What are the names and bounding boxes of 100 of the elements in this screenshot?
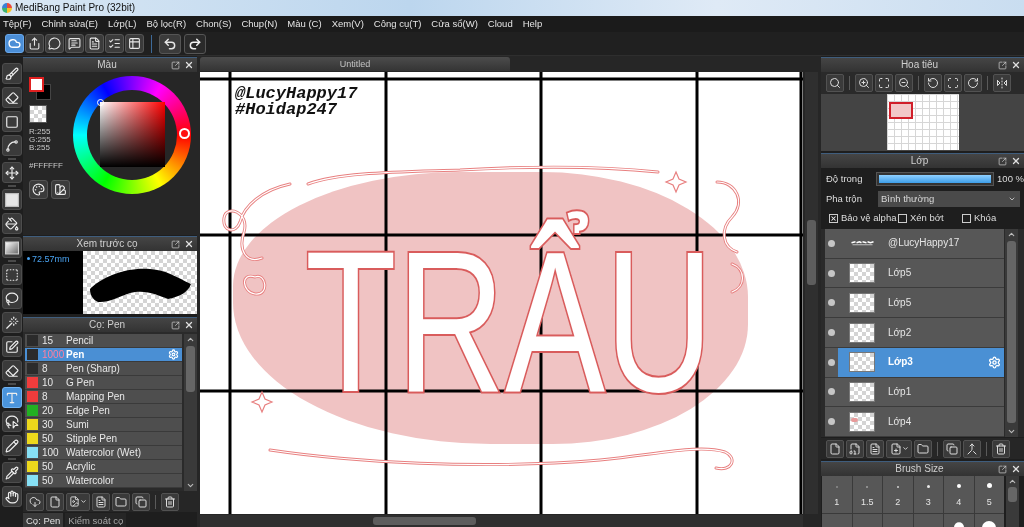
delete-button[interactable]	[161, 492, 179, 511]
close-icon[interactable]	[1011, 156, 1021, 166]
menu-item[interactable]: Help	[522, 19, 543, 29]
menu-item[interactable]: Bộ lọc(R)	[146, 19, 187, 29]
brush-list-item[interactable]: 15 Pencil	[25, 334, 182, 348]
shape-tool-button[interactable]	[1, 111, 22, 132]
move-tool-button[interactable]	[1, 162, 22, 183]
scrollbar-thumb[interactable]	[1008, 487, 1017, 502]
rotate-left-button[interactable]	[924, 74, 942, 92]
popout-icon[interactable]	[998, 464, 1007, 474]
document-button[interactable]	[92, 492, 110, 511]
horizontal-scrollbar[interactable]	[200, 515, 803, 527]
lasso-pointer-tool-button[interactable]	[1, 411, 22, 432]
magic-wand-tool-button[interactable]	[1, 312, 22, 333]
merge-button[interactable]	[963, 439, 981, 458]
brush-list-item[interactable]: 30 Sumi	[25, 418, 182, 432]
popout-icon[interactable]	[998, 60, 1007, 70]
close-icon[interactable]	[184, 320, 194, 330]
eyedropper-tool-button[interactable]	[1, 462, 22, 483]
menu-item[interactable]: Lớp(L)	[108, 19, 137, 29]
layer-row[interactable]: Lớp2	[825, 318, 1004, 348]
undo-button[interactable]	[159, 33, 181, 54]
pencil-tool-button[interactable]	[1, 435, 22, 456]
brush-size-option[interactable]: 5	[974, 476, 1004, 513]
brush-size-option[interactable]: 1	[822, 476, 852, 513]
menu-item[interactable]: Công cụ(T)	[373, 19, 422, 29]
new-file-button[interactable]	[826, 439, 844, 458]
foreground-background-swatch[interactable]	[29, 77, 51, 100]
brush-size-option[interactable]: 3	[913, 476, 943, 513]
layer-row[interactable]: Lớp5	[825, 288, 1004, 319]
menu-item[interactable]: Cloud	[487, 19, 513, 29]
scroll-up-icon[interactable]	[1008, 477, 1017, 486]
fill-tool-button[interactable]	[1, 189, 22, 210]
brush-list-item[interactable]: 50 Acrylic	[25, 460, 182, 474]
vertical-scrollbar[interactable]	[184, 334, 197, 491]
scrollbar-thumb[interactable]	[373, 517, 476, 525]
brush-size-option[interactable]	[944, 514, 974, 527]
saturation-value-square[interactable]	[100, 102, 165, 167]
transparent-color-swatch[interactable]	[29, 105, 47, 123]
zoom-in-button[interactable]	[855, 74, 873, 92]
checkbox[interactable]	[962, 213, 971, 223]
popout-icon[interactable]	[998, 156, 1007, 166]
popout-icon[interactable]	[171, 239, 180, 249]
new-file-button[interactable]	[46, 492, 64, 511]
table-button[interactable]	[125, 34, 144, 53]
file-image-menu-button[interactable]	[66, 492, 90, 511]
layer-row[interactable]: Lớp5	[825, 258, 1004, 289]
scroll-up-icon[interactable]	[1007, 230, 1016, 239]
lasso-tool-button[interactable]	[1, 288, 22, 309]
menu-item[interactable]: Chon(S)	[196, 19, 232, 29]
close-icon[interactable]	[184, 239, 194, 249]
hue-handle[interactable]	[179, 128, 190, 139]
checkbox[interactable]	[898, 213, 907, 223]
brush-list-item[interactable]: 20 Edge Pen	[25, 404, 182, 418]
menu-item[interactable]: Xem(V)	[331, 19, 364, 29]
message-button[interactable]	[65, 34, 84, 53]
viewport-frame[interactable]	[888, 102, 913, 119]
layer-row[interactable]: @LucyHappy17	[825, 229, 1004, 259]
brush-size-option[interactable]: 4	[944, 476, 974, 513]
frame-button[interactable]	[944, 74, 962, 92]
close-icon[interactable]	[184, 60, 194, 70]
popout-icon[interactable]	[171, 60, 180, 70]
scrollbar-thumb[interactable]	[186, 346, 195, 392]
magnifier-button[interactable]	[826, 74, 844, 92]
cloud-download-button[interactable]	[26, 492, 44, 511]
share-button[interactable]	[25, 34, 44, 53]
file-digit-button[interactable]	[846, 439, 864, 458]
close-icon[interactable]	[1011, 60, 1021, 70]
palette-button[interactable]	[29, 180, 48, 199]
swatch-button[interactable]	[51, 180, 70, 199]
menu-item[interactable]: Cửa sổ(W)	[431, 19, 478, 29]
settings-icon[interactable]	[168, 349, 179, 360]
brush-size-option[interactable]: 1.5	[852, 476, 882, 513]
zoom-out-button[interactable]	[895, 74, 913, 92]
comment-button[interactable]	[45, 34, 64, 53]
checklist-button[interactable]	[105, 34, 124, 53]
duplicate-button[interactable]	[943, 439, 961, 458]
popout-icon[interactable]	[171, 320, 180, 330]
rotate-right-button[interactable]	[964, 74, 982, 92]
menu-item[interactable]: Chỉnh sửa(E)	[41, 19, 99, 29]
document-button[interactable]	[85, 34, 104, 53]
brush-list-item[interactable]: 10 G Pen	[25, 376, 182, 390]
eraser-tool-button[interactable]	[1, 87, 22, 108]
menu-item[interactable]: Tệp(F)	[3, 19, 32, 29]
blend-mode-dropdown[interactable]: Bình thường	[878, 191, 1020, 207]
brush-size-option[interactable]	[974, 514, 1004, 527]
brush-list-item[interactable]: 8 Pen (Sharp)	[25, 362, 182, 376]
navigator-thumbnail[interactable]	[886, 94, 959, 150]
scroll-up-icon[interactable]	[186, 335, 195, 344]
folder-button[interactable]	[914, 439, 932, 458]
layer-row[interactable]: Lớp1	[825, 377, 1004, 408]
brush-list-item[interactable]: 8 Mapping Pen	[25, 390, 182, 404]
vertical-scrollbar[interactable]	[1006, 476, 1019, 527]
settings-icon[interactable]	[988, 355, 1001, 369]
bucket-tool-button[interactable]	[1, 213, 22, 234]
flip-button[interactable]	[993, 74, 1011, 92]
brush-size-option[interactable]: 2	[883, 476, 913, 513]
scrollbar-thumb[interactable]	[807, 220, 816, 285]
scroll-down-icon[interactable]	[1007, 427, 1016, 436]
text-tool-button[interactable]	[1, 387, 22, 408]
